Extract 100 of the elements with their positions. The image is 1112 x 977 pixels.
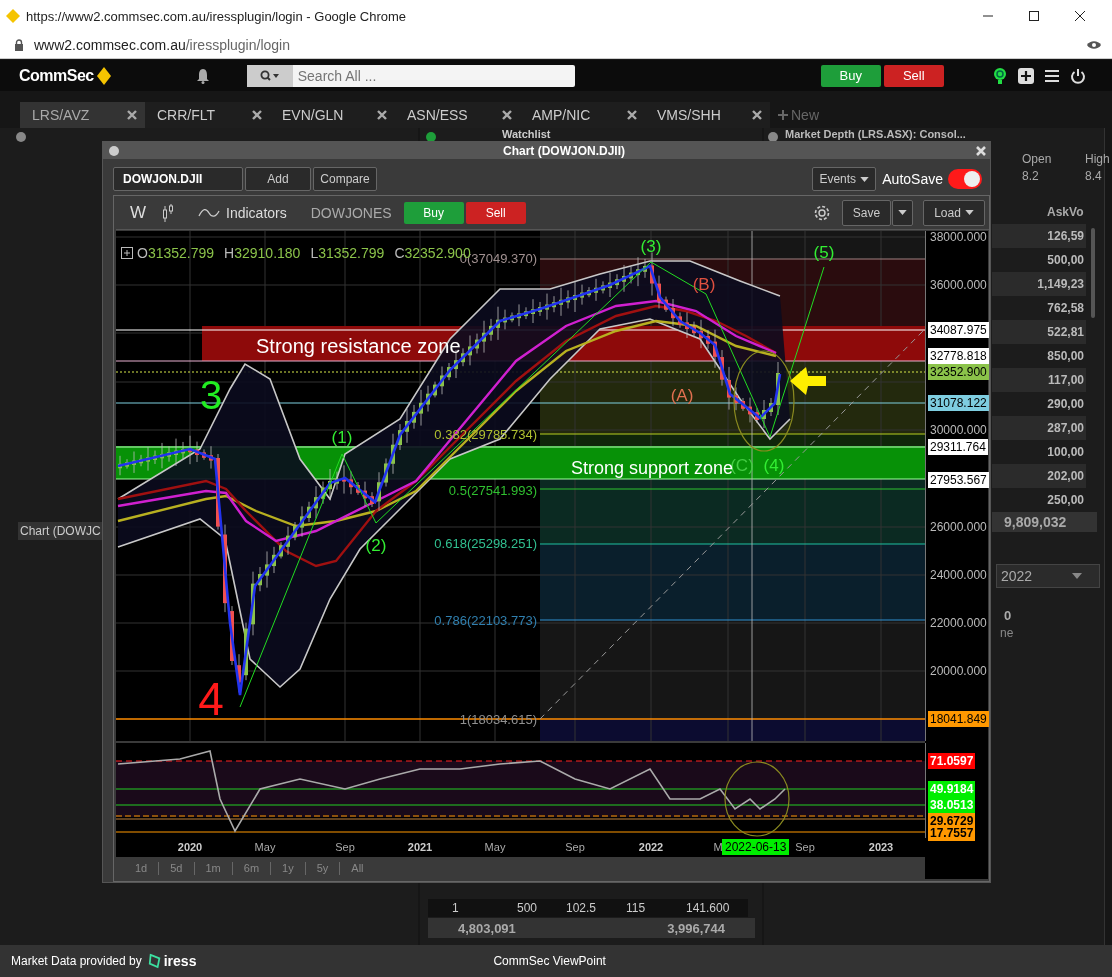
price-axis-label: 34087.975 — [928, 322, 989, 338]
stat-value: 8.2 — [1022, 169, 1040, 185]
symbol-field[interactable]: DOWJON.DJII — [113, 167, 243, 191]
save-options-button[interactable] — [892, 199, 913, 226]
bell-icon[interactable] — [195, 67, 210, 84]
price-axis-label: 30000.000 — [929, 422, 988, 438]
autosave-toggle[interactable] — [948, 169, 982, 189]
workspace-tab[interactable]: VMS/SHH — [645, 102, 770, 128]
eye-icon[interactable] — [1086, 40, 1102, 50]
load-dropdown[interactable]: Load — [923, 199, 985, 226]
close-icon[interactable] — [252, 110, 262, 120]
time-axis-label: 2021 — [407, 841, 433, 853]
table-cell: 762,58 — [1047, 301, 1084, 315]
price-axis-label: 32352.900 — [928, 364, 989, 380]
instrument-name: DOWJONES — [310, 204, 392, 221]
indicators-button[interactable]: Indicators — [226, 204, 287, 221]
search-icon — [259, 69, 280, 82]
fibonacci-label: 0.5(27541.993) — [448, 483, 537, 498]
wave-label: (4) — [763, 456, 785, 475]
table-cell: 500,00 — [1047, 253, 1084, 267]
window-title: https://www2.commsec.com.au/iressplugin/login - Google Chrome — [26, 8, 407, 24]
total-value: 9,809,032 — [1004, 514, 1067, 530]
caret-icon — [860, 176, 870, 182]
menu-icon[interactable] — [1043, 67, 1060, 84]
close-icon[interactable] — [502, 110, 512, 120]
buy-button[interactable]: Buy — [403, 201, 464, 224]
wave-label: (B) — [692, 275, 716, 294]
time-axis-label: May — [484, 841, 506, 853]
window-title: Chart (DOWJON.DJII) — [503, 143, 625, 158]
rsi-axis-label: 71.0597 — [928, 753, 976, 769]
search-field[interactable]: Search All ... — [292, 64, 575, 87]
expand-icon[interactable] — [121, 247, 133, 259]
time-axis-label: M — [713, 841, 723, 853]
table-cell: 126,59 — [1047, 229, 1084, 243]
wave-label: (5) — [813, 243, 835, 262]
close-icon[interactable] — [752, 110, 762, 120]
sell-button[interactable]: Sell — [465, 201, 526, 224]
stat-value: 8.4 — [1085, 169, 1103, 185]
ohlc-label: H — [224, 245, 235, 261]
workspace-tab[interactable]: AMP/NIC — [520, 102, 645, 128]
close-icon[interactable] — [1074, 10, 1086, 22]
workspace-tab[interactable]: ASN/ESS — [395, 102, 520, 128]
candlestick-icon[interactable] — [162, 203, 175, 222]
save-button[interactable]: Save — [842, 199, 891, 226]
price-axis-label: 22000.000 — [929, 615, 988, 631]
table-cell: 100,00 — [1047, 445, 1084, 459]
period-button[interactable]: W — [130, 202, 147, 223]
caret-icon — [1072, 573, 1083, 579]
chart-button[interactable]: Compare — [313, 167, 377, 191]
wave-label: (3) — [640, 237, 662, 256]
time-axis-label: 2022 — [638, 841, 664, 853]
provider-text: Market Data provided by — [11, 954, 142, 968]
caret-icon — [898, 210, 907, 215]
address-text[interactable]: www2.commsec.com.au/iressplugin/login — [34, 37, 290, 53]
lightbulb-icon[interactable] — [991, 66, 1008, 85]
table-cell: 202,00 — [1047, 469, 1084, 483]
ohlc-value: 32910.180 — [234, 245, 301, 261]
workspace-tab[interactable]: EVN/GLN — [270, 102, 395, 128]
trade-button[interactable]: Sell — [883, 64, 944, 87]
price-axis-label: 27953.567 — [928, 472, 989, 488]
table-cell: 1,149,23 — [1037, 277, 1084, 291]
cursor-date-tag: 2022-06-13 — [722, 839, 790, 855]
iress-logo-icon — [147, 953, 162, 969]
site-icon — [6, 9, 20, 23]
close-icon[interactable] — [627, 110, 637, 120]
table-cell-text: 500 — [516, 900, 538, 917]
total-value: 4,803,091 — [458, 920, 516, 936]
chart-button[interactable]: Add — [245, 167, 311, 191]
date-dropdown[interactable]: 2022 — [996, 564, 1100, 588]
panel-label[interactable]: Chart (DOWJC — [18, 522, 105, 540]
power-icon[interactable] — [1069, 67, 1086, 84]
time-axis-label: May — [254, 841, 276, 853]
trade-button[interactable]: Buy — [820, 64, 881, 87]
fibonacci-label: 0.786(22103.773) — [434, 613, 537, 628]
arrow-icon — [790, 367, 826, 395]
table-cell: 117,00 — [1047, 373, 1084, 387]
fibonacci-label: 0.618(25298.251) — [434, 536, 537, 551]
add-icon[interactable] — [1017, 67, 1034, 84]
panel-dot-icon — [16, 132, 26, 142]
maximize-icon[interactable] — [1028, 10, 1040, 22]
time-axis-label: 2020 — [177, 841, 203, 853]
iress-logo: iress — [163, 953, 197, 969]
close-icon[interactable] — [377, 110, 387, 120]
wave-icon — [198, 207, 221, 218]
search-button[interactable] — [246, 64, 293, 87]
price-axis-label: 26000.000 — [929, 519, 988, 535]
ohlc-label: L — [310, 245, 319, 261]
workspace-tab[interactable]: LRS/AVZ — [20, 102, 145, 128]
time-axis-label: 2023 — [868, 841, 894, 853]
wave-label: 4 — [198, 673, 224, 725]
app-name: CommSec ViewPoint — [493, 954, 606, 968]
ohlc-label: C — [394, 245, 405, 261]
price-axis-label: 29311.764 — [928, 439, 988, 455]
events-dropdown[interactable]: Events — [812, 167, 877, 191]
table-cell: 850,00 — [1047, 349, 1084, 363]
workspace-tab[interactable]: CRR/FLT — [145, 102, 270, 128]
price-axis-label: 31078.122 — [928, 395, 989, 411]
table-cell-text: 1 — [451, 900, 460, 917]
ohlc-label: O — [137, 245, 148, 261]
table-cell-text: 102.5 — [566, 900, 598, 917]
